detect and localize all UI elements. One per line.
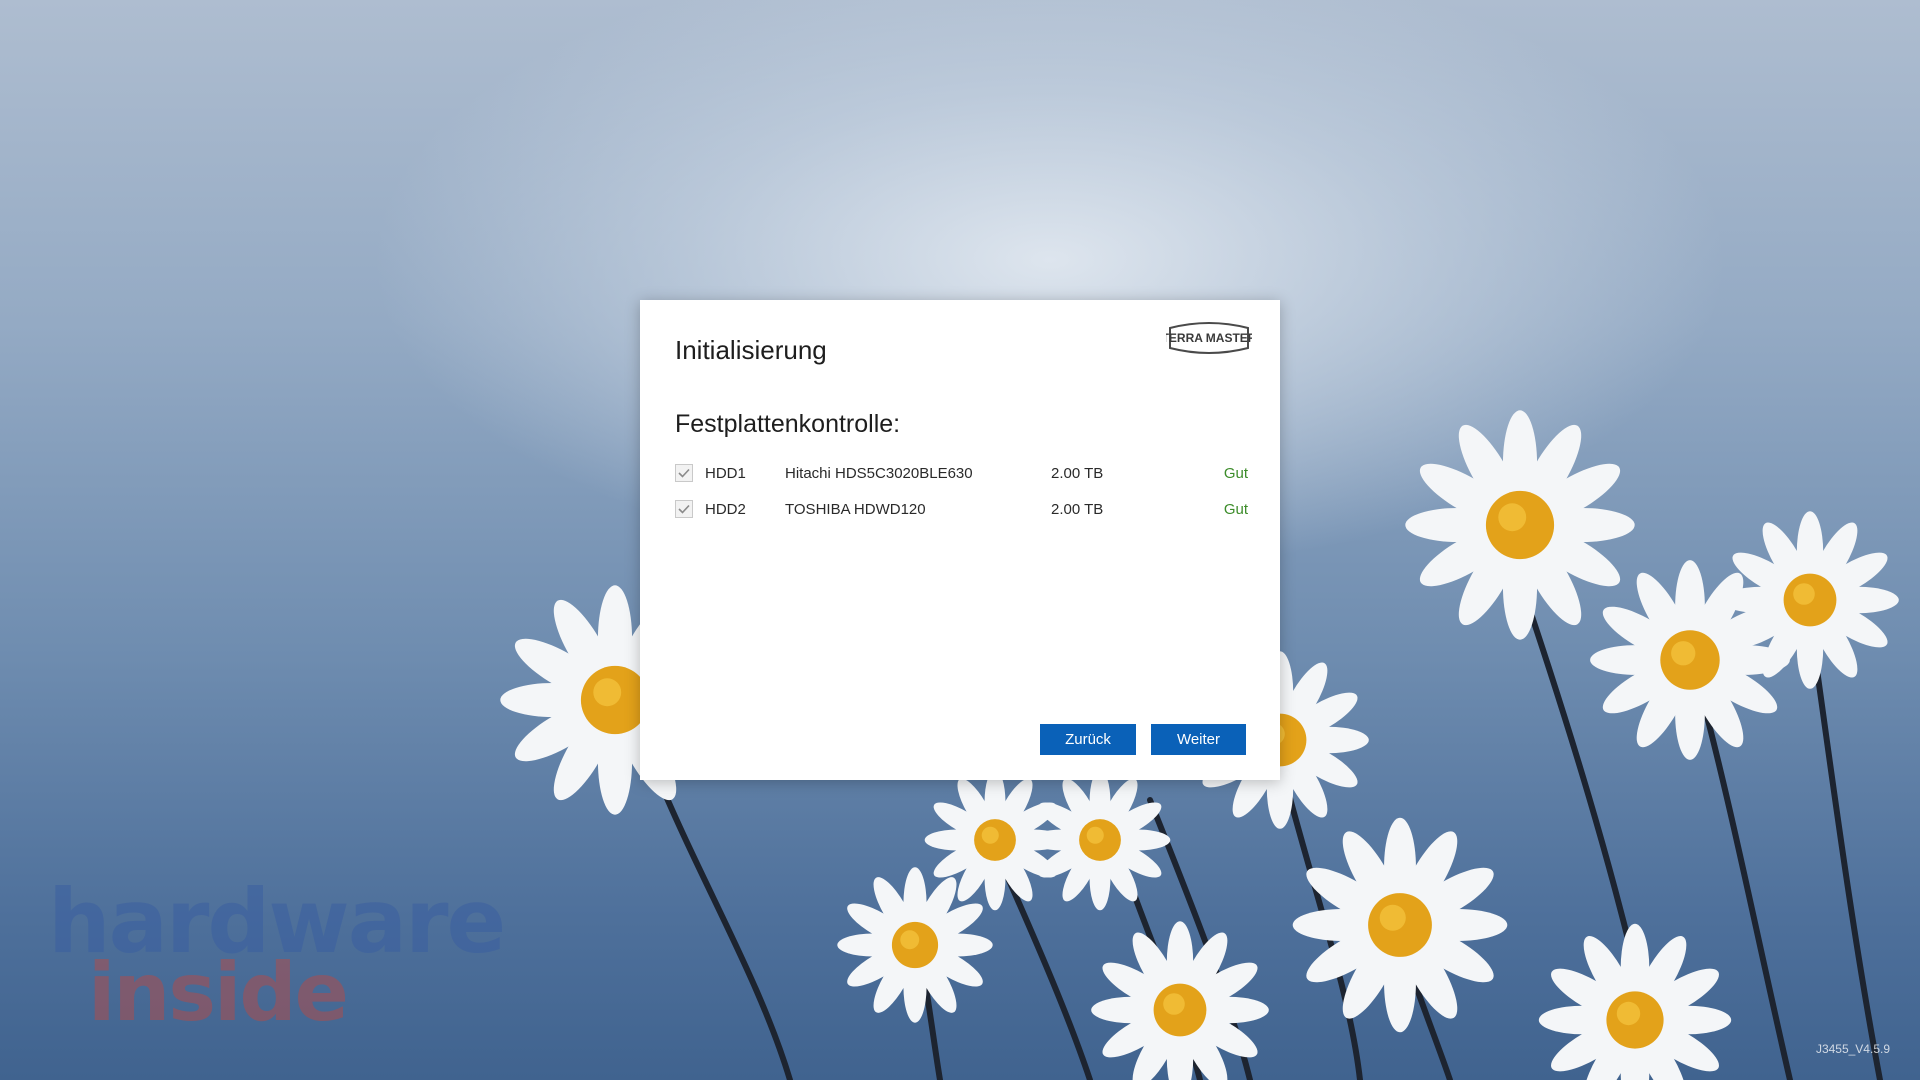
disk-status: Gut xyxy=(1223,464,1248,482)
checkmark-icon xyxy=(678,468,690,478)
desktop-background: Initialisierung TERRA MASTER Festplatten… xyxy=(0,0,1920,1080)
firmware-version: J3455_V4.5.9 xyxy=(1815,1042,1890,1056)
hardware-inside-watermark: hardware inside xyxy=(48,880,506,1030)
disk-row: HDD2 TOSHIBA HDWD120 2.00 TB Gut xyxy=(675,491,1250,527)
checkmark-icon xyxy=(678,504,690,514)
disk-check-heading: Festplattenkontrolle: xyxy=(675,410,901,438)
disk-size: 2.00 TB xyxy=(1051,500,1104,518)
svg-text:inside: inside xyxy=(88,946,347,1030)
disk-slot: HDD1 xyxy=(705,464,746,482)
terramaster-logo: TERRA MASTER xyxy=(1166,322,1252,354)
disk-checkbox[interactable] xyxy=(675,464,693,482)
disk-row: HDD1 Hitachi HDS5C3020BLE630 2.00 TB Gut xyxy=(675,455,1250,491)
back-button[interactable]: Zurück xyxy=(1040,724,1136,755)
disk-model: Hitachi HDS5C3020BLE630 xyxy=(785,464,973,482)
disk-status: Gut xyxy=(1223,500,1248,518)
disk-slot: HDD2 xyxy=(705,500,746,518)
disk-model: TOSHIBA HDWD120 xyxy=(785,500,926,518)
disk-checkbox[interactable] xyxy=(675,500,693,518)
next-button[interactable]: Weiter xyxy=(1151,724,1246,755)
disk-size: 2.00 TB xyxy=(1051,464,1104,482)
dialog-title: Initialisierung xyxy=(675,335,827,365)
svg-text:TERRA MASTER: TERRA MASTER xyxy=(1166,331,1252,345)
disk-list: HDD1 Hitachi HDS5C3020BLE630 2.00 TB Gut… xyxy=(675,455,1250,527)
initialization-dialog: Initialisierung TERRA MASTER Festplatten… xyxy=(640,300,1280,780)
